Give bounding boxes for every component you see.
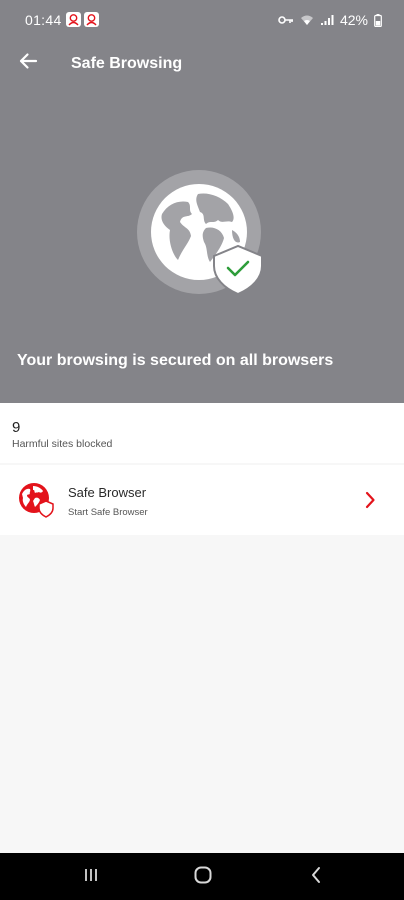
home-icon: [193, 865, 213, 890]
battery-icon: [374, 13, 382, 27]
notification-icon: [66, 12, 81, 27]
back-button[interactable]: [14, 49, 42, 77]
battery-percent: 42%: [339, 12, 368, 28]
harmful-sites-card: 9: [0, 403, 404, 463]
blocked-label: Harmful sites blocked: [12, 438, 113, 450]
recents-icon: [83, 867, 99, 888]
status-bar: 01:44 42%: [0, 0, 404, 40]
page-title: Safe Browsing: [71, 55, 183, 72]
recents-button[interactable]: [79, 865, 103, 889]
notification-icon: [84, 12, 99, 27]
status-time: 01:44: [25, 12, 62, 28]
back-icon: [309, 866, 323, 889]
arrow-left-icon: [18, 52, 38, 75]
system-nav-bar: [0, 853, 404, 900]
safe-browser-subtitle: Start Safe Browser: [68, 507, 148, 518]
home-button[interactable]: [191, 865, 215, 889]
app-bar: Safe Browsing: [0, 40, 404, 86]
nav-back-button[interactable]: [304, 865, 328, 889]
chevron-right-icon: [364, 490, 376, 510]
globe-shield-icon: [18, 482, 54, 518]
safe-browser-title: Safe Browser: [68, 485, 147, 500]
vpn-key-icon: [278, 14, 294, 26]
wifi-icon: [300, 14, 314, 26]
hero-message: Your browsing is secured on all browsers: [17, 352, 334, 369]
blocked-count: 9: [12, 419, 21, 436]
safe-browser-row[interactable]: Safe Browser Start Safe Browser: [0, 465, 404, 535]
signal-icon: [320, 14, 334, 26]
globe-shield-check-icon: [136, 170, 266, 300]
